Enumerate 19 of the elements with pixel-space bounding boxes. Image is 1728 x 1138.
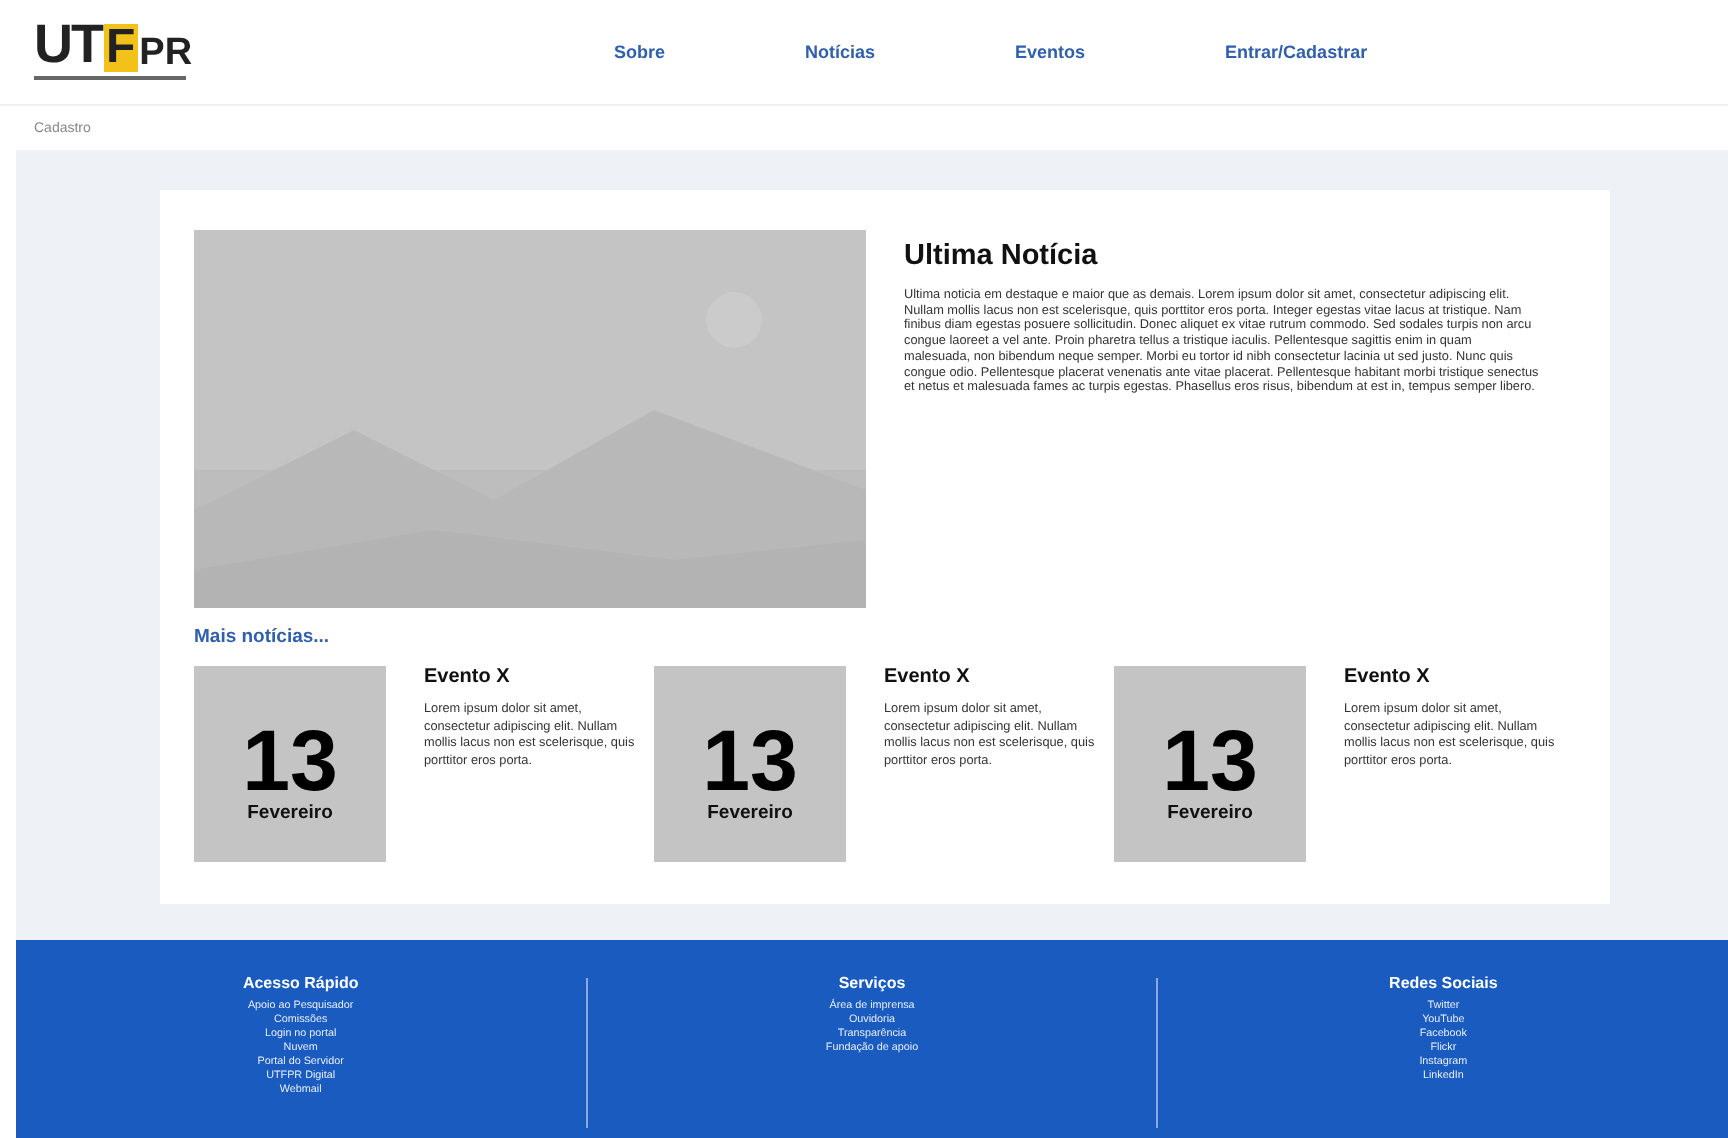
event-title: Evento X [1344, 666, 1432, 688]
event-day: 13 [242, 705, 338, 801]
event-month: Fevereiro [247, 801, 333, 823]
nav-link[interactable]: Sobre [614, 42, 666, 62]
nav-link[interactable]: Notícias [805, 42, 876, 62]
event-day: 13 [1162, 705, 1258, 801]
footer-heading: Redes Sociais [1389, 974, 1498, 992]
logo[interactable]: UTFPR [34, 24, 190, 80]
nav-link[interactable]: Eventos [1015, 42, 1086, 62]
footer-heading: Acesso Rápido [242, 974, 359, 992]
more-news-link[interactable]: Mais notícias... [194, 626, 330, 648]
footer-heading: Serviços [838, 974, 906, 992]
event-month: Fevereiro [707, 801, 793, 823]
event-title: Evento X [424, 666, 512, 688]
news-title: Ultima Notícia [904, 240, 1100, 272]
event-title: Evento X [884, 666, 972, 688]
event-day: 13 [702, 705, 798, 801]
event-month: Fevereiro [1167, 801, 1253, 823]
nav-link[interactable]: Entrar/Cadastrar [1225, 42, 1368, 62]
